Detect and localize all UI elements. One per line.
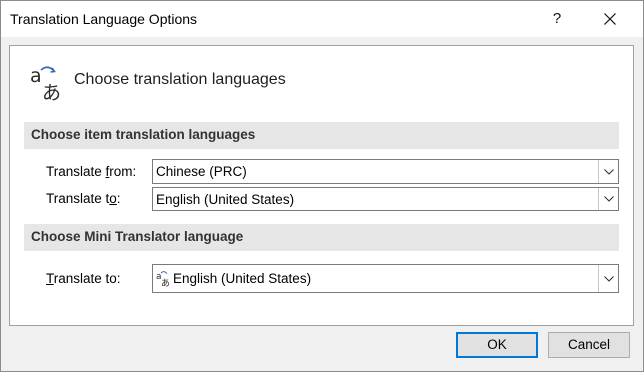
selected-value: English (United States) xyxy=(156,192,295,207)
mini-translate-to-label: Translate to: xyxy=(46,271,121,286)
label-part: Translate xyxy=(46,164,106,179)
chevron-down-icon xyxy=(604,275,614,282)
dropdown-button[interactable] xyxy=(598,160,618,183)
section-title: Choose item translation languages xyxy=(31,127,256,142)
svg-text:あ: あ xyxy=(42,82,61,102)
access-key: o xyxy=(109,191,117,206)
label-part: ranslate to: xyxy=(53,271,121,286)
label-part: : xyxy=(116,191,121,206)
dialog-title: Translation Language Options xyxy=(10,11,198,27)
selected-value: English (United States) xyxy=(173,271,312,286)
translate-from-label: Translate from: xyxy=(46,164,136,179)
translate-to-label: Translate to: xyxy=(46,191,121,206)
svg-text:あ: あ xyxy=(161,278,170,287)
translate-icon: a あ xyxy=(156,271,170,287)
label-part: Translate t xyxy=(46,191,110,206)
title-bar: Translation Language Options ? xyxy=(1,1,643,37)
translate-to-select[interactable]: English (United States) xyxy=(152,187,619,211)
translate-from-select[interactable]: Chinese (PRC) xyxy=(152,159,619,184)
dropdown-button[interactable] xyxy=(598,188,618,210)
selected-value: Chinese (PRC) xyxy=(156,164,247,179)
mini-translate-to-select[interactable]: a あ English (United States) xyxy=(152,264,619,293)
mini-translator-section-header: Choose Mini Translator language xyxy=(24,224,619,251)
ok-button[interactable]: OK xyxy=(456,332,538,358)
header-heading: Choose translation languages xyxy=(74,71,286,88)
chevron-down-icon xyxy=(604,196,614,202)
section-title: Choose Mini Translator language xyxy=(31,229,244,244)
access-key: T xyxy=(46,271,54,286)
close-button[interactable] xyxy=(587,4,633,34)
translation-options-dialog: Translation Language Options ? a あ Choos… xyxy=(0,0,644,372)
help-button[interactable]: ? xyxy=(534,4,580,34)
svg-text:a: a xyxy=(30,65,42,87)
translate-icon: a あ xyxy=(30,65,61,102)
chevron-down-icon xyxy=(604,168,614,175)
close-icon xyxy=(604,13,616,25)
label-part: rom: xyxy=(109,164,137,179)
item-translation-section-header: Choose item translation languages xyxy=(24,122,619,149)
cancel-button[interactable]: Cancel xyxy=(548,332,630,358)
dropdown-button[interactable] xyxy=(598,265,618,292)
options-panel: a あ Choose translation languages Choose … xyxy=(9,45,634,326)
